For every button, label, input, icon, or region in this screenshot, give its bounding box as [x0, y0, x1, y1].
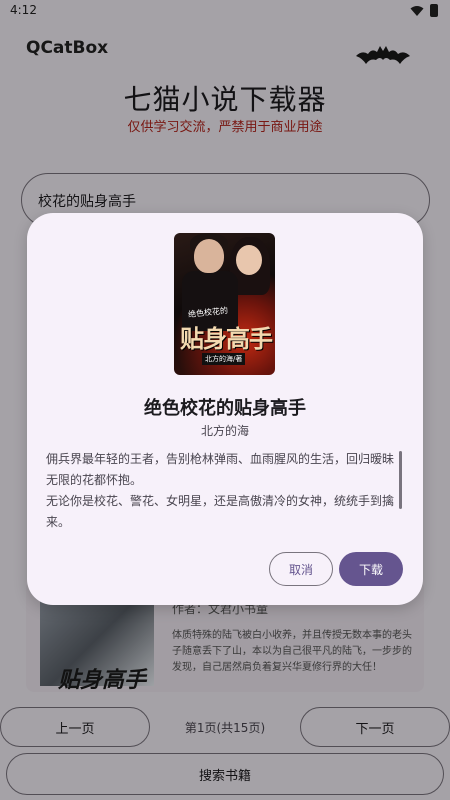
book-detail-dialog: 绝色校花的 贴身高手 北方的海/著 绝色校花的贴身高手 北方的海 佣兵界最年轻的…: [27, 213, 423, 605]
cover-big-text: 贴身高手: [180, 325, 273, 353]
cover-art: [236, 245, 262, 275]
dialog-book-title: 绝色校花的贴身高手: [144, 398, 306, 419]
download-button[interactable]: 下载: [339, 552, 403, 586]
description-scrollbar[interactable]: [399, 451, 402, 509]
description-paragraph: 佣兵界最年轻的王者，告别枪林弹雨、血雨腥风的生活，回归暧昧无限的花都怀抱。: [46, 452, 395, 487]
dialog-book-description[interactable]: 佣兵界最年轻的王者，告别枪林弹雨、血雨腥风的生活，回归暧昧无限的花都怀抱。 无论…: [46, 449, 398, 533]
dialog-book-author: 北方的海: [200, 424, 249, 438]
cover-author-text: 北方的海/著: [202, 353, 246, 365]
dialog-book-cover: 绝色校花的 贴身高手 北方的海/著: [174, 233, 275, 375]
cancel-button[interactable]: 取消: [269, 552, 333, 586]
cover-art: [194, 239, 224, 273]
description-paragraph: 无论你是校花、警花、女明星，还是高傲清冷的女神，统统手到擒来。: [46, 494, 395, 529]
